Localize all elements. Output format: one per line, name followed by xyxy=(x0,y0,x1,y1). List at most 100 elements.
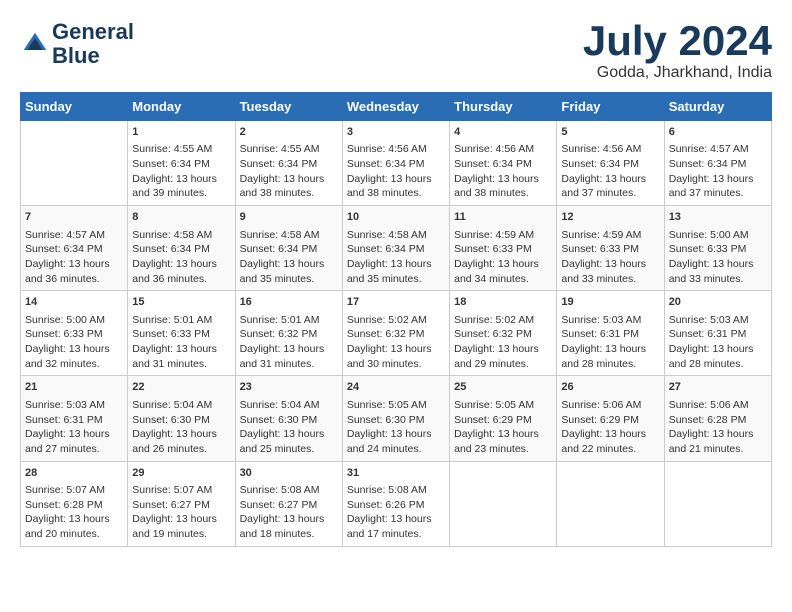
daylight-text: Daylight: 13 hours and 39 minutes. xyxy=(132,173,217,200)
sunrise-text: Sunrise: 5:01 AM xyxy=(132,314,212,326)
sunset-text: Sunset: 6:31 PM xyxy=(561,328,639,340)
calendar-cell xyxy=(21,121,128,206)
sunrise-text: Sunrise: 4:58 AM xyxy=(240,229,320,241)
week-row-5: 28 Sunrise: 5:07 AM Sunset: 6:28 PM Dayligh… xyxy=(21,461,772,546)
week-row-3: 14 Sunrise: 5:00 AM Sunset: 6:33 PM Dayligh… xyxy=(21,291,772,376)
sunrise-text: Sunrise: 5:00 AM xyxy=(669,229,749,241)
column-header-friday: Friday xyxy=(557,93,664,121)
calendar-cell: 29Sunrise: 5:07 AMSunset: 6:27 PMDayligh… xyxy=(128,461,235,546)
day-number: 16 xyxy=(240,295,338,310)
sunset-text: Sunset: 6:30 PM xyxy=(240,414,318,426)
sunset-text: Sunset: 6:33 PM xyxy=(561,243,639,255)
day-number: 2 xyxy=(240,125,338,140)
daylight-text: Daylight: 13 hours and 19 minutes. xyxy=(132,513,217,540)
sunrise-text: Sunrise: 4:56 AM xyxy=(347,143,427,155)
daylight-text: Daylight: 13 hours and 38 minutes. xyxy=(454,173,539,200)
sunset-text: Sunset: 6:34 PM xyxy=(454,158,532,170)
calendar-cell: 3Sunrise: 4:56 AMSunset: 6:34 PMDaylight… xyxy=(342,121,449,206)
sunrise-text: Sunrise: 5:03 AM xyxy=(25,399,105,411)
sunrise-text: Sunrise: 4:59 AM xyxy=(561,229,641,241)
day-number: 12 xyxy=(561,210,659,225)
calendar-cell: 5Sunrise: 4:56 AMSunset: 6:34 PMDaylight… xyxy=(557,121,664,206)
calendar-cell: 30Sunrise: 5:08 AMSunset: 6:27 PMDayligh… xyxy=(235,461,342,546)
day-number: 29 xyxy=(132,466,230,481)
sunset-text: Sunset: 6:31 PM xyxy=(25,414,103,426)
calendar-cell xyxy=(664,461,771,546)
day-number: 13 xyxy=(669,210,767,225)
sunset-text: Sunset: 6:34 PM xyxy=(669,158,747,170)
day-number: 17 xyxy=(347,295,445,310)
calendar-table: SundayMondayTuesdayWednesdayThursdayFrid… xyxy=(20,92,772,547)
sunset-text: Sunset: 6:33 PM xyxy=(25,328,103,340)
sunset-text: Sunset: 6:34 PM xyxy=(25,243,103,255)
daylight-text: Daylight: 13 hours and 33 minutes. xyxy=(561,258,646,285)
day-number: 1 xyxy=(132,125,230,140)
calendar-cell: 6Sunrise: 4:57 AMSunset: 6:34 PMDaylight… xyxy=(664,121,771,206)
sunrise-text: Sunrise: 4:56 AM xyxy=(561,143,641,155)
week-row-1: 1Sunrise: 4:55 AMSunset: 6:34 PMDaylight… xyxy=(21,121,772,206)
sunset-text: Sunset: 6:27 PM xyxy=(240,499,318,511)
sunrise-text: Sunrise: 4:56 AM xyxy=(454,143,534,155)
sunset-text: Sunset: 6:34 PM xyxy=(561,158,639,170)
sunset-text: Sunset: 6:33 PM xyxy=(454,243,532,255)
day-number: 19 xyxy=(561,295,659,310)
calendar-cell: 13Sunrise: 5:00 AMSunset: 6:33 PMDayligh… xyxy=(664,206,771,291)
sunrise-text: Sunrise: 5:07 AM xyxy=(25,484,105,496)
calendar-cell: 23Sunrise: 5:04 AMSunset: 6:30 PMDayligh… xyxy=(235,376,342,461)
column-header-thursday: Thursday xyxy=(450,93,557,121)
calendar-cell xyxy=(450,461,557,546)
daylight-text: Daylight: 13 hours and 36 minutes. xyxy=(132,258,217,285)
day-number: 31 xyxy=(347,466,445,481)
sunset-text: Sunset: 6:29 PM xyxy=(454,414,532,426)
daylight-text: Daylight: 13 hours and 29 minutes. xyxy=(454,343,539,370)
calendar-cell: 10Sunrise: 4:58 AMSunset: 6:34 PMDayligh… xyxy=(342,206,449,291)
sunset-text: Sunset: 6:33 PM xyxy=(132,328,210,340)
calendar-cell: 21 Sunrise: 5:03 AM Sunset: 6:31 PM Dayligh… xyxy=(21,376,128,461)
daylight-text: Daylight: 13 hours and 17 minutes. xyxy=(347,513,432,540)
sunset-text: Sunset: 6:32 PM xyxy=(347,328,425,340)
day-number: 21 xyxy=(25,380,123,395)
day-number: 11 xyxy=(454,210,552,225)
day-number: 6 xyxy=(669,125,767,140)
column-header-tuesday: Tuesday xyxy=(235,93,342,121)
calendar-cell: 8Sunrise: 4:58 AMSunset: 6:34 PMDaylight… xyxy=(128,206,235,291)
day-number: 9 xyxy=(240,210,338,225)
sunrise-text: Sunrise: 4:57 AM xyxy=(25,229,105,241)
sunrise-text: Sunrise: 5:03 AM xyxy=(561,314,641,326)
day-number: 28 xyxy=(25,466,123,481)
calendar-cell xyxy=(557,461,664,546)
calendar-cell: 17Sunrise: 5:02 AMSunset: 6:32 PMDayligh… xyxy=(342,291,449,376)
day-number: 5 xyxy=(561,125,659,140)
day-number: 27 xyxy=(669,380,767,395)
calendar-cell: 16Sunrise: 5:01 AMSunset: 6:32 PMDayligh… xyxy=(235,291,342,376)
sunrise-text: Sunrise: 4:59 AM xyxy=(454,229,534,241)
sunrise-text: Sunrise: 5:06 AM xyxy=(669,399,749,411)
sunset-text: Sunset: 6:31 PM xyxy=(669,328,747,340)
sunset-text: Sunset: 6:28 PM xyxy=(669,414,747,426)
calendar-cell: 18Sunrise: 5:02 AMSunset: 6:32 PMDayligh… xyxy=(450,291,557,376)
sunrise-text: Sunrise: 5:08 AM xyxy=(240,484,320,496)
day-number: 14 xyxy=(25,295,123,310)
daylight-text: Daylight: 13 hours and 38 minutes. xyxy=(240,173,325,200)
day-number: 10 xyxy=(347,210,445,225)
sunset-text: Sunset: 6:28 PM xyxy=(25,499,103,511)
daylight-text: Daylight: 13 hours and 30 minutes. xyxy=(347,343,432,370)
sunset-text: Sunset: 6:29 PM xyxy=(561,414,639,426)
daylight-text: Daylight: 13 hours and 33 minutes. xyxy=(669,258,754,285)
sunset-text: Sunset: 6:30 PM xyxy=(347,414,425,426)
sunrise-text: Sunrise: 5:00 AM xyxy=(25,314,105,326)
sunset-text: Sunset: 6:26 PM xyxy=(347,499,425,511)
sunset-text: Sunset: 6:34 PM xyxy=(240,243,318,255)
calendar-cell: 15Sunrise: 5:01 AMSunset: 6:33 PMDayligh… xyxy=(128,291,235,376)
calendar-cell: 7Sunrise: 4:57 AMSunset: 6:34 PMDaylight… xyxy=(21,206,128,291)
calendar-cell: 28Sunrise: 5:07 AMSunset: 6:28 PMDayligh… xyxy=(21,461,128,546)
daylight-text: Daylight: 13 hours and 35 minutes. xyxy=(240,258,325,285)
daylight-text: Daylight: 13 hours and 27 minutes. xyxy=(25,428,110,455)
daylight-text: Daylight: 13 hours and 26 minutes. xyxy=(132,428,217,455)
calendar-cell: 9 Sunrise: 4:58 AM Sunset: 6:34 PM Daylight… xyxy=(235,206,342,291)
sunrise-text: Sunrise: 5:04 AM xyxy=(240,399,320,411)
sunset-text: Sunset: 6:34 PM xyxy=(240,158,318,170)
daylight-text: Daylight: 13 hours and 22 minutes. xyxy=(561,428,646,455)
calendar-cell: 25Sunrise: 5:05 AMSunset: 6:29 PMDayligh… xyxy=(450,376,557,461)
daylight-text: Daylight: 13 hours and 28 minutes. xyxy=(561,343,646,370)
